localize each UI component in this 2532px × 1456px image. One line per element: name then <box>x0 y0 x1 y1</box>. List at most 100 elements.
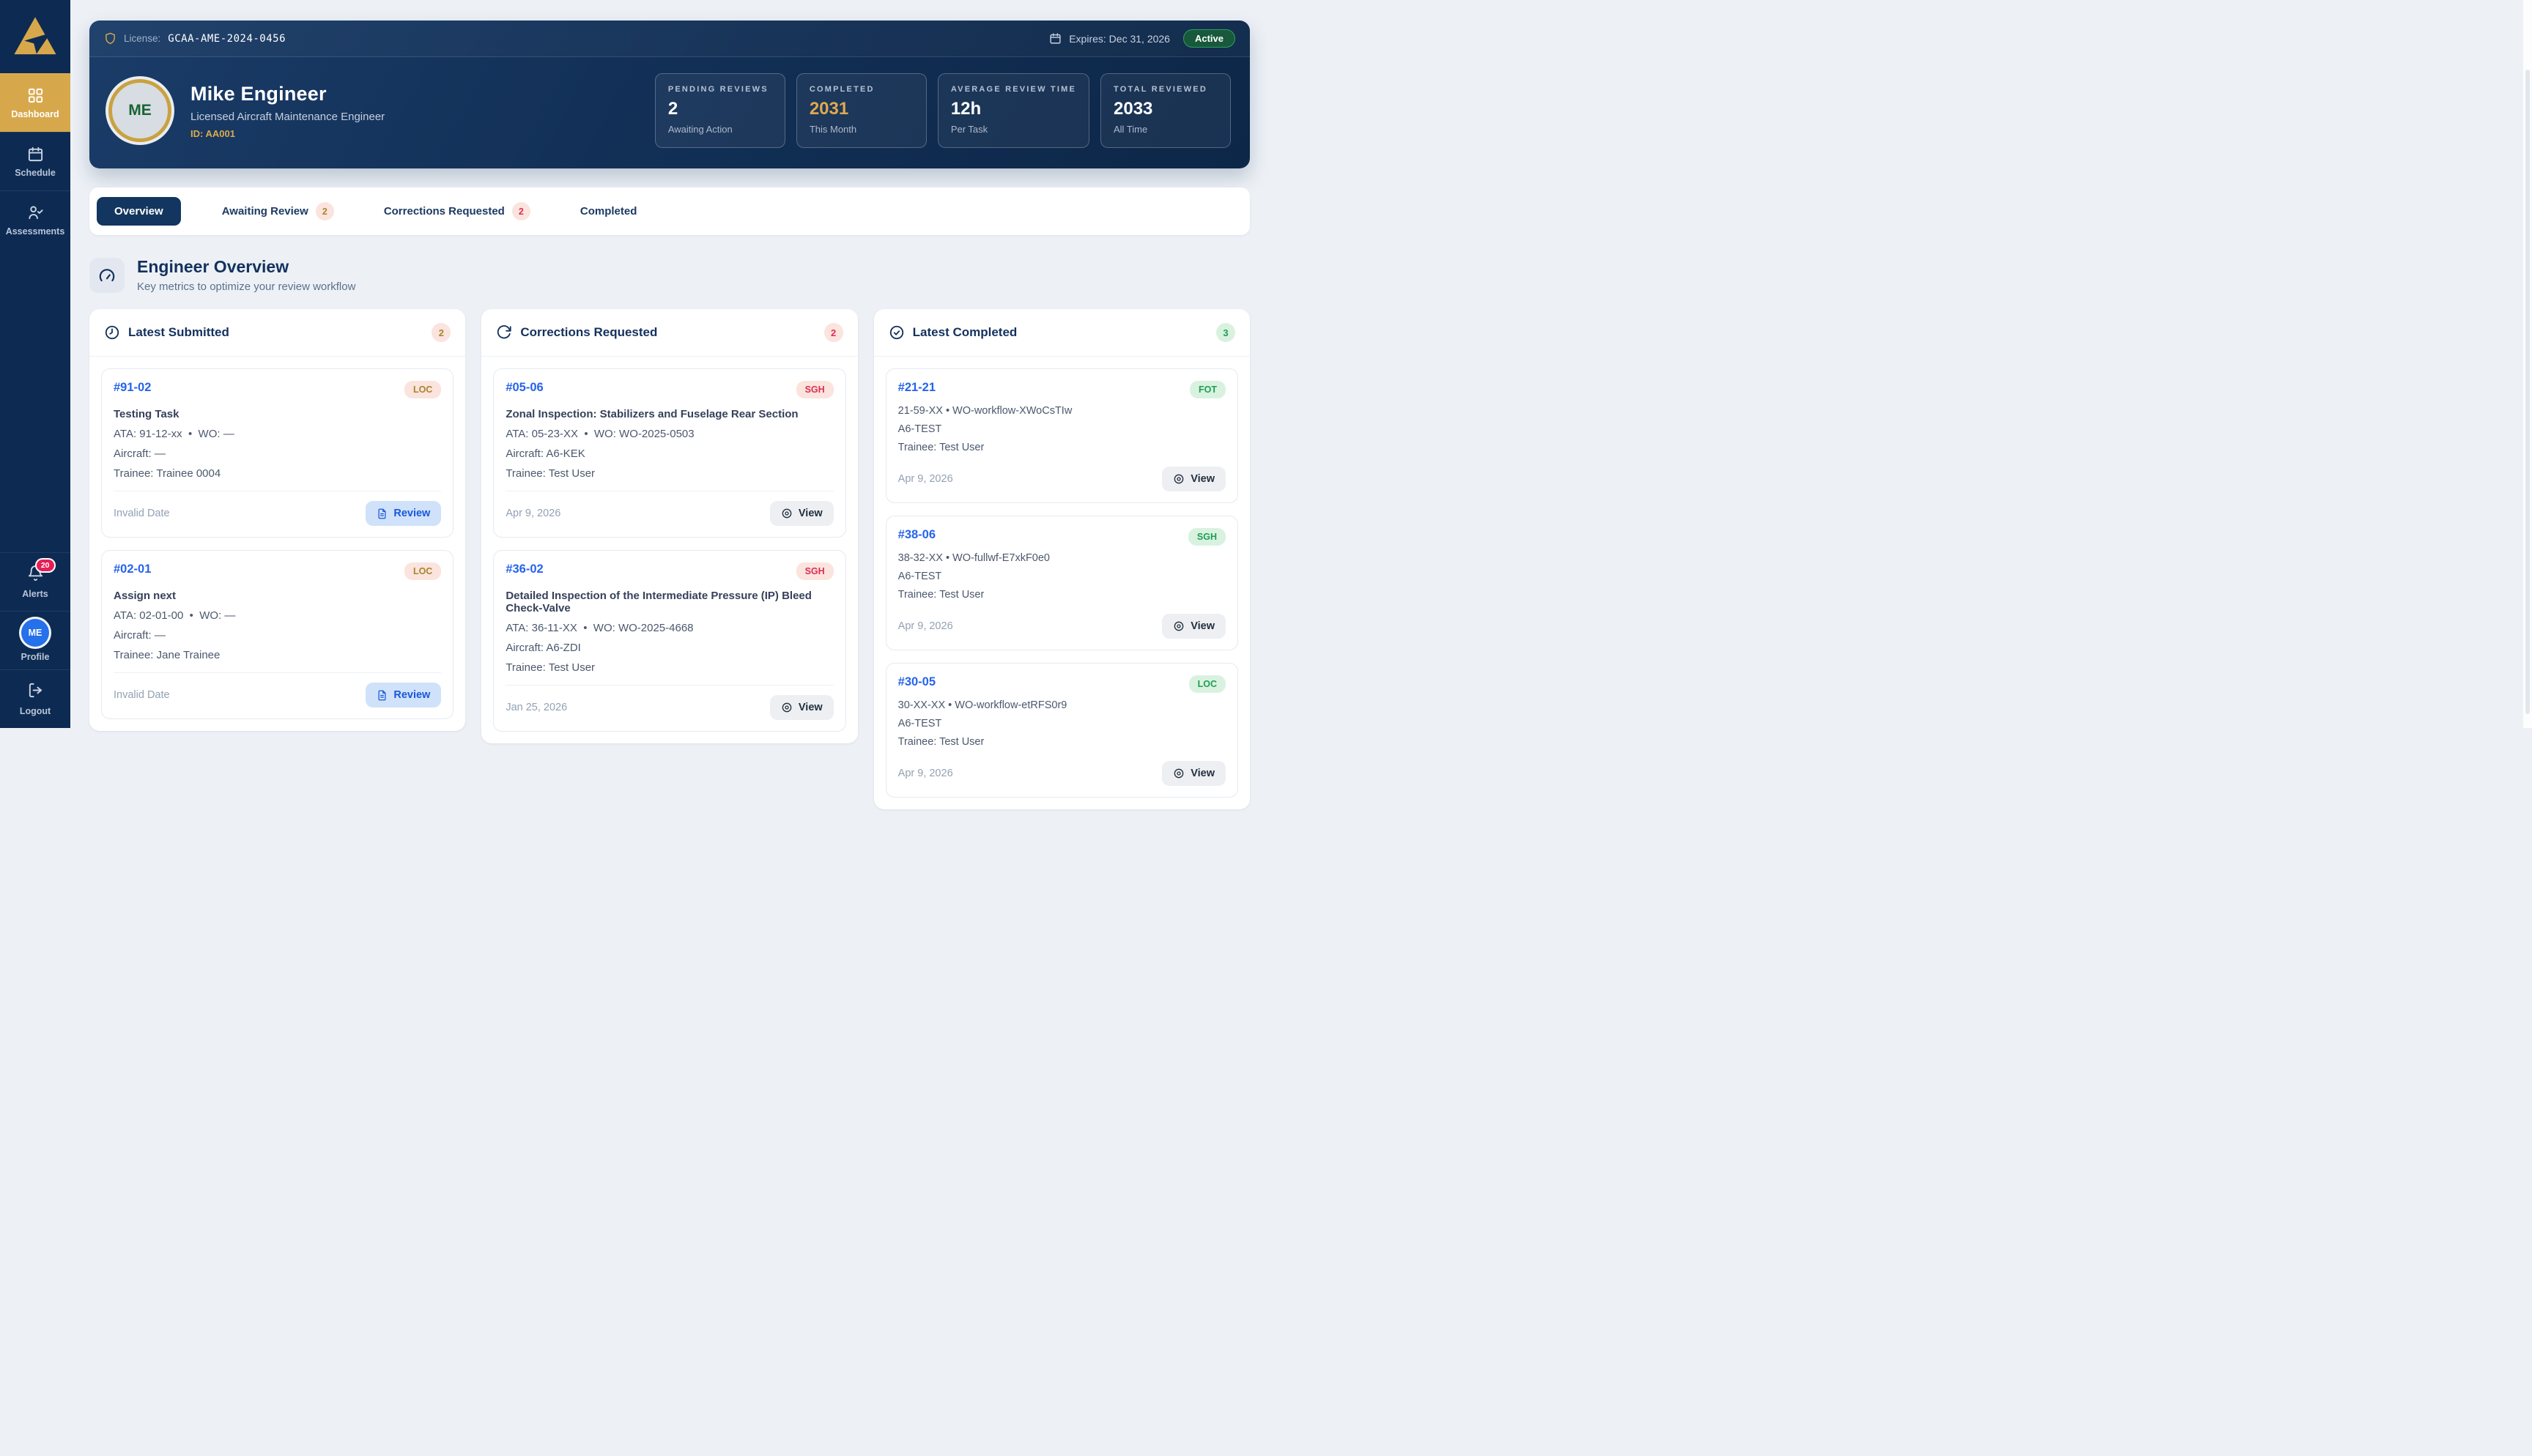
sidebar-item-label: Alerts <box>22 589 48 599</box>
task-card-top: #38-06 SGH <box>898 528 1226 546</box>
sidebar-item-alerts[interactable]: 20 Alerts <box>0 552 70 611</box>
app-logo <box>0 0 70 73</box>
task-detail-line: Trainee: Jane Trainee <box>114 649 221 661</box>
task-detail-line: Aircraft: A6-ZDI <box>506 642 581 654</box>
avatar: ME <box>21 619 49 647</box>
column-header: Latest Submitted 2 <box>89 309 466 357</box>
task-date: Apr 9, 2026 <box>897 768 953 779</box>
task-type-badge: SGH <box>1188 528 1226 546</box>
task-detail-line: ATA: 02-01-00 • WO: — <box>114 609 236 622</box>
task-details: 30-XX-XX • WO-workflow-etRFS0r9 A6-TEST Tr… <box>898 699 1226 748</box>
scrollbar[interactable] <box>2523 0 2532 728</box>
task-detail-line: 30-XX-XX • WO-workflow-etRFS0r9 <box>897 699 1067 711</box>
task-detail-line: Aircraft: — <box>114 629 166 642</box>
task-type-badge: LOC <box>404 381 442 398</box>
overview-column: Latest Completed 3 #21-21 FOT 21-59-XX •… <box>873 309 1250 809</box>
task-footer: Apr 9, 2026 View <box>898 761 1226 786</box>
task-id-link[interactable]: #05-06 <box>506 381 543 395</box>
task-action-label: View <box>798 702 823 713</box>
document-icon <box>377 508 388 519</box>
airline-logo-icon <box>14 17 56 55</box>
expires-text: Expires: Dec 31, 2026 <box>1069 32 1170 45</box>
task-action-label: Review <box>393 689 431 701</box>
sidebar-item-label: Logout <box>19 706 51 716</box>
task-card: #38-06 SGH 38-32-XX • WO-fullwf-E7xkF0e0… <box>885 516 1238 650</box>
task-date: Apr 9, 2026 <box>897 473 953 485</box>
task-detail-line: ATA: 36-11-XX • WO: WO-2025-4668 <box>506 622 694 634</box>
task-detail-line: Aircraft: A6-KEK <box>506 447 585 460</box>
gauge-icon <box>89 257 125 293</box>
tab-completed[interactable]: Completed <box>571 197 646 226</box>
overview-column: Latest Submitted 2 #91-02 LOC Testing Ta… <box>89 309 466 731</box>
task-card: #02-01 LOC Assign next ATA: 02-01-00 • W… <box>101 550 454 719</box>
task-footer: Jan 25, 2026 View <box>506 695 834 720</box>
task-date: Apr 9, 2026 <box>897 620 953 632</box>
eye-icon <box>1173 768 1185 779</box>
task-type-badge: SGH <box>796 562 834 580</box>
sidebar-item-dashboard[interactable]: Dashboard <box>0 73 70 132</box>
task-id-link[interactable]: #91-02 <box>114 381 151 395</box>
task-type-badge: LOC <box>1188 675 1226 693</box>
alerts-count-badge: 20 <box>34 558 56 573</box>
task-details: 38-32-XX • WO-fullwf-E7xkF0e0 A6-TEST Trai… <box>898 552 1226 601</box>
logout-icon <box>27 682 44 701</box>
review-button[interactable]: Review <box>366 683 442 707</box>
task-detail-line: A6-TEST <box>897 423 942 435</box>
stat-value: 2031 <box>809 99 849 119</box>
tab-corrections-requested[interactable]: Corrections Requested 2 <box>375 194 539 229</box>
engineer-id: ID: AA001 <box>190 127 235 139</box>
sidebar-item-profile[interactable]: ME Profile <box>0 611 70 669</box>
view-button[interactable]: View <box>1162 614 1226 639</box>
task-detail-line: A6-TEST <box>897 571 942 582</box>
task-card: #30-05 LOC 30-XX-XX • WO-workflow-etRFS0… <box>885 663 1238 798</box>
view-button[interactable]: View <box>769 501 834 526</box>
engineer-hero-banner: License: GCAA-AME-2024-0456 Expires: Dec… <box>89 21 1250 168</box>
sidebar-item-assessments[interactable]: Assessments <box>0 190 70 249</box>
license-number: GCAA-AME-2024-0456 <box>168 32 286 45</box>
view-button[interactable]: View <box>1162 467 1226 491</box>
task-action-label: View <box>1191 620 1215 632</box>
license-bar: License: GCAA-AME-2024-0456 Expires: Dec… <box>89 21 1250 57</box>
page-subtitle: Key metrics to optimize your review work… <box>137 281 356 293</box>
task-id-link[interactable]: #36-02 <box>506 562 543 576</box>
sidebar-item-label: Schedule <box>15 167 56 178</box>
document-icon <box>377 690 388 701</box>
engineer-avatar: ME <box>108 79 171 142</box>
task-action-label: View <box>1191 473 1215 485</box>
task-type-badge: SGH <box>796 381 834 398</box>
column-header: Corrections Requested 2 <box>481 309 858 357</box>
stat-sublabel: Per Task <box>950 124 988 135</box>
sidebar-item-logout[interactable]: Logout <box>0 669 70 728</box>
sidebar-item-schedule[interactable]: Schedule <box>0 132 70 190</box>
task-detail-line: Trainee: Test User <box>897 736 985 748</box>
task-id-link[interactable]: #30-05 <box>898 675 936 689</box>
stat-card: PENDING REVIEWS 2 Awaiting Action <box>654 73 785 148</box>
task-id-link[interactable]: #02-01 <box>114 562 151 576</box>
stat-sublabel: Awaiting Action <box>667 124 733 135</box>
column-icon <box>496 324 512 341</box>
status-badge: Active <box>1182 29 1235 48</box>
tab-count-badge: 2 <box>315 202 334 220</box>
column-count-badge: 2 <box>823 323 843 342</box>
tab-overview[interactable]: Overview <box>97 197 181 226</box>
tab-label: Corrections Requested <box>383 205 505 218</box>
stat-card: TOTAL REVIEWED 2033 All Time <box>1100 73 1231 148</box>
engineer-name: Mike Engineer <box>190 82 327 105</box>
view-button[interactable]: View <box>769 695 834 720</box>
license-expiry: Expires: Dec 31, 2026 Active <box>1049 29 1235 48</box>
task-title: Zonal Inspection: Stabilizers and Fusela… <box>506 408 799 420</box>
stat-card: COMPLETED 2031 This Month <box>796 73 927 148</box>
task-id-link[interactable]: #21-21 <box>898 381 936 395</box>
scrollbar-thumb[interactable] <box>2525 70 2530 714</box>
engineer-role: Licensed Aircraft Maintenance Engineer <box>190 110 385 123</box>
task-card-top: #91-02 LOC <box>114 381 442 398</box>
task-id-link[interactable]: #38-06 <box>898 528 936 542</box>
sidebar-item-label: Dashboard <box>11 108 59 119</box>
stat-label: PENDING REVIEWS <box>667 85 769 94</box>
view-button[interactable]: View <box>1162 761 1226 786</box>
license-label: License: <box>124 33 161 44</box>
review-button[interactable]: Review <box>366 501 442 526</box>
tab-awaiting-review[interactable]: Awaiting Review 2 <box>213 194 343 229</box>
section-header: Engineer Overview Key metrics to optimiz… <box>89 257 1250 293</box>
task-detail-line: Aircraft: — <box>114 447 166 460</box>
